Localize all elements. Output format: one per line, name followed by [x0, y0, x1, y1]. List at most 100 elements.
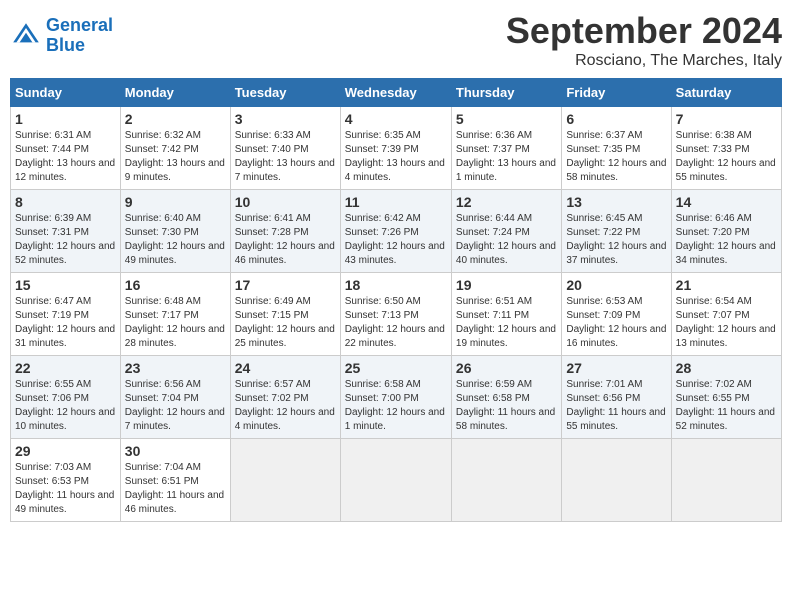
day-info: Sunrise: 6:51 AM Sunset: 7:11 PM Dayligh…	[456, 295, 557, 351]
day-number: 11	[345, 194, 447, 210]
logo-line2: Blue	[46, 35, 85, 55]
col-wednesday: Wednesday	[340, 79, 451, 107]
col-sunday: Sunday	[11, 79, 121, 107]
day-info: Sunrise: 7:01 AM Sunset: 6:56 PM Dayligh…	[566, 378, 666, 434]
day-number: 26	[456, 360, 557, 376]
logo-icon	[10, 20, 42, 52]
day-info: Sunrise: 7:04 AM Sunset: 6:51 PM Dayligh…	[125, 461, 226, 517]
day-info: Sunrise: 6:48 AM Sunset: 7:17 PM Dayligh…	[125, 295, 226, 351]
day-number: 8	[15, 194, 116, 210]
logo: General Blue	[10, 16, 113, 56]
day-info: Sunrise: 6:41 AM Sunset: 7:28 PM Dayligh…	[235, 212, 336, 268]
day-info: Sunrise: 6:50 AM Sunset: 7:13 PM Dayligh…	[345, 295, 447, 351]
day-number: 22	[15, 360, 116, 376]
table-row: 20 Sunrise: 6:53 AM Sunset: 7:09 PM Dayl…	[562, 273, 671, 356]
calendar-table: Sunday Monday Tuesday Wednesday Thursday…	[10, 78, 782, 522]
calendar-row: 29 Sunrise: 7:03 AM Sunset: 6:53 PM Dayl…	[11, 439, 782, 522]
day-number: 20	[566, 277, 666, 293]
table-row: 4 Sunrise: 6:35 AM Sunset: 7:39 PM Dayli…	[340, 107, 451, 190]
table-row: 2 Sunrise: 6:32 AM Sunset: 7:42 PM Dayli…	[120, 107, 230, 190]
logo-line1: General	[46, 15, 113, 35]
day-info: Sunrise: 6:31 AM Sunset: 7:44 PM Dayligh…	[15, 129, 116, 185]
col-thursday: Thursday	[451, 79, 561, 107]
day-info: Sunrise: 6:57 AM Sunset: 7:02 PM Dayligh…	[235, 378, 336, 434]
table-row: 6 Sunrise: 6:37 AM Sunset: 7:35 PM Dayli…	[562, 107, 671, 190]
day-info: Sunrise: 6:37 AM Sunset: 7:35 PM Dayligh…	[566, 129, 666, 185]
table-row: 26 Sunrise: 6:59 AM Sunset: 6:58 PM Dayl…	[451, 356, 561, 439]
table-row	[562, 439, 671, 522]
calendar-row: 8 Sunrise: 6:39 AM Sunset: 7:31 PM Dayli…	[11, 190, 782, 273]
table-row	[340, 439, 451, 522]
day-number: 13	[566, 194, 666, 210]
day-info: Sunrise: 6:58 AM Sunset: 7:00 PM Dayligh…	[345, 378, 447, 434]
day-number: 27	[566, 360, 666, 376]
table-row: 8 Sunrise: 6:39 AM Sunset: 7:31 PM Dayli…	[11, 190, 121, 273]
table-row: 28 Sunrise: 7:02 AM Sunset: 6:55 PM Dayl…	[671, 356, 781, 439]
day-info: Sunrise: 6:56 AM Sunset: 7:04 PM Dayligh…	[125, 378, 226, 434]
day-info: Sunrise: 6:53 AM Sunset: 7:09 PM Dayligh…	[566, 295, 666, 351]
table-row: 25 Sunrise: 6:58 AM Sunset: 7:00 PM Dayl…	[340, 356, 451, 439]
table-row: 30 Sunrise: 7:04 AM Sunset: 6:51 PM Dayl…	[120, 439, 230, 522]
day-number: 29	[15, 443, 116, 459]
table-row: 14 Sunrise: 6:46 AM Sunset: 7:20 PM Dayl…	[671, 190, 781, 273]
table-row: 23 Sunrise: 6:56 AM Sunset: 7:04 PM Dayl…	[120, 356, 230, 439]
table-row: 9 Sunrise: 6:40 AM Sunset: 7:30 PM Dayli…	[120, 190, 230, 273]
table-row: 22 Sunrise: 6:55 AM Sunset: 7:06 PM Dayl…	[11, 356, 121, 439]
calendar-row: 15 Sunrise: 6:47 AM Sunset: 7:19 PM Dayl…	[11, 273, 782, 356]
day-info: Sunrise: 6:44 AM Sunset: 7:24 PM Dayligh…	[456, 212, 557, 268]
day-info: Sunrise: 6:59 AM Sunset: 6:58 PM Dayligh…	[456, 378, 557, 434]
day-number: 28	[676, 360, 777, 376]
table-row: 18 Sunrise: 6:50 AM Sunset: 7:13 PM Dayl…	[340, 273, 451, 356]
col-saturday: Saturday	[671, 79, 781, 107]
day-number: 16	[125, 277, 226, 293]
day-number: 1	[15, 111, 116, 127]
day-info: Sunrise: 6:36 AM Sunset: 7:37 PM Dayligh…	[456, 129, 557, 185]
day-number: 24	[235, 360, 336, 376]
table-row: 3 Sunrise: 6:33 AM Sunset: 7:40 PM Dayli…	[230, 107, 340, 190]
header-row: Sunday Monday Tuesday Wednesday Thursday…	[11, 79, 782, 107]
day-number: 17	[235, 277, 336, 293]
table-row: 1 Sunrise: 6:31 AM Sunset: 7:44 PM Dayli…	[11, 107, 121, 190]
day-info: Sunrise: 7:03 AM Sunset: 6:53 PM Dayligh…	[15, 461, 116, 517]
day-number: 10	[235, 194, 336, 210]
table-row: 11 Sunrise: 6:42 AM Sunset: 7:26 PM Dayl…	[340, 190, 451, 273]
day-info: Sunrise: 6:47 AM Sunset: 7:19 PM Dayligh…	[15, 295, 116, 351]
table-row	[451, 439, 561, 522]
table-row: 12 Sunrise: 6:44 AM Sunset: 7:24 PM Dayl…	[451, 190, 561, 273]
day-number: 5	[456, 111, 557, 127]
day-info: Sunrise: 6:45 AM Sunset: 7:22 PM Dayligh…	[566, 212, 666, 268]
col-friday: Friday	[562, 79, 671, 107]
month-title: September 2024	[506, 10, 782, 52]
table-row: 15 Sunrise: 6:47 AM Sunset: 7:19 PM Dayl…	[11, 273, 121, 356]
day-info: Sunrise: 6:39 AM Sunset: 7:31 PM Dayligh…	[15, 212, 116, 268]
day-number: 7	[676, 111, 777, 127]
day-info: Sunrise: 6:32 AM Sunset: 7:42 PM Dayligh…	[125, 129, 226, 185]
table-row	[671, 439, 781, 522]
day-number: 3	[235, 111, 336, 127]
table-row: 5 Sunrise: 6:36 AM Sunset: 7:37 PM Dayli…	[451, 107, 561, 190]
day-number: 2	[125, 111, 226, 127]
day-info: Sunrise: 6:42 AM Sunset: 7:26 PM Dayligh…	[345, 212, 447, 268]
calendar-row: 22 Sunrise: 6:55 AM Sunset: 7:06 PM Dayl…	[11, 356, 782, 439]
table-row: 21 Sunrise: 6:54 AM Sunset: 7:07 PM Dayl…	[671, 273, 781, 356]
day-number: 6	[566, 111, 666, 127]
day-number: 12	[456, 194, 557, 210]
day-number: 23	[125, 360, 226, 376]
day-number: 18	[345, 277, 447, 293]
table-row: 27 Sunrise: 7:01 AM Sunset: 6:56 PM Dayl…	[562, 356, 671, 439]
day-number: 30	[125, 443, 226, 459]
table-row	[230, 439, 340, 522]
page-header: General Blue September 2024 Rosciano, Th…	[10, 10, 782, 70]
day-number: 4	[345, 111, 447, 127]
day-info: Sunrise: 6:35 AM Sunset: 7:39 PM Dayligh…	[345, 129, 447, 185]
day-info: Sunrise: 6:40 AM Sunset: 7:30 PM Dayligh…	[125, 212, 226, 268]
title-block: September 2024 Rosciano, The Marches, It…	[506, 10, 782, 70]
day-info: Sunrise: 6:38 AM Sunset: 7:33 PM Dayligh…	[676, 129, 777, 185]
col-tuesday: Tuesday	[230, 79, 340, 107]
day-number: 9	[125, 194, 226, 210]
day-number: 14	[676, 194, 777, 210]
day-info: Sunrise: 6:49 AM Sunset: 7:15 PM Dayligh…	[235, 295, 336, 351]
logo-text: General Blue	[46, 16, 113, 56]
day-number: 25	[345, 360, 447, 376]
day-info: Sunrise: 6:55 AM Sunset: 7:06 PM Dayligh…	[15, 378, 116, 434]
